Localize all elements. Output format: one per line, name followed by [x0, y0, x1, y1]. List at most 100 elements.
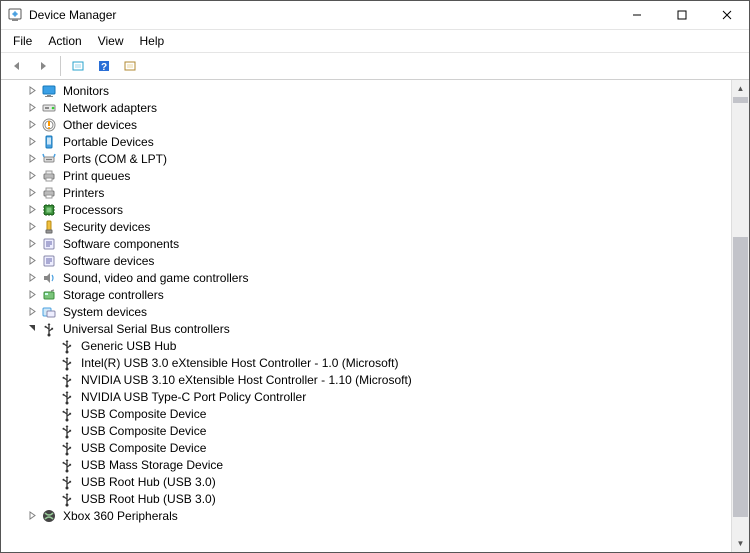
scroll-thumb[interactable]: [733, 237, 748, 517]
category-label: Security devices: [61, 219, 152, 235]
tree-category[interactable]: Universal Serial Bus controllers: [1, 320, 731, 337]
expand-toggle-icon[interactable]: [25, 220, 39, 234]
software-icon: [41, 253, 57, 269]
tree-device[interactable]: USB Composite Device: [1, 422, 731, 439]
category-label: Printers: [61, 185, 106, 201]
scroll-track[interactable]: [732, 97, 749, 535]
device-label: USB Composite Device: [79, 423, 208, 439]
expand-toggle-icon[interactable]: [25, 271, 39, 285]
content: MonitorsNetwork adaptersOther devicesPor…: [1, 80, 749, 552]
tree-category[interactable]: Software components: [1, 235, 731, 252]
software-icon: [41, 236, 57, 252]
monitor-icon: [41, 83, 57, 99]
tree-device[interactable]: USB Root Hub (USB 3.0): [1, 490, 731, 507]
cpu-icon: [41, 202, 57, 218]
tree-category[interactable]: Monitors: [1, 82, 731, 99]
expand-toggle-icon[interactable]: [25, 509, 39, 523]
tree-device[interactable]: NVIDIA USB Type-C Port Policy Controller: [1, 388, 731, 405]
minimize-button[interactable]: [614, 1, 659, 29]
expand-toggle-icon[interactable]: [25, 288, 39, 302]
category-label: Xbox 360 Peripherals: [61, 508, 180, 524]
tree-device[interactable]: NVIDIA USB 3.10 eXtensible Host Controll…: [1, 371, 731, 388]
tree-device[interactable]: USB Composite Device: [1, 439, 731, 456]
tree-device[interactable]: USB Root Hub (USB 3.0): [1, 473, 731, 490]
tree-category[interactable]: Printers: [1, 184, 731, 201]
xbox-icon: [41, 508, 57, 524]
expand-toggle-icon[interactable]: [25, 84, 39, 98]
tree-device[interactable]: Intel(R) USB 3.0 eXtensible Host Control…: [1, 354, 731, 371]
tree-category[interactable]: Sound, video and game controllers: [1, 269, 731, 286]
usb-icon: [59, 372, 75, 388]
usb-icon: [59, 355, 75, 371]
tree-device[interactable]: Generic USB Hub: [1, 337, 731, 354]
menu-help[interactable]: Help: [132, 32, 173, 50]
properties-button[interactable]: [118, 54, 142, 78]
storage-icon: [41, 287, 57, 303]
category-label: Network adapters: [61, 100, 159, 116]
maximize-button[interactable]: [659, 1, 704, 29]
scroll-down-button[interactable]: ▼: [732, 535, 749, 552]
usb-icon: [59, 338, 75, 354]
device-label: NVIDIA USB Type-C Port Policy Controller: [79, 389, 308, 405]
tree-device[interactable]: USB Mass Storage Device: [1, 456, 731, 473]
menu-file[interactable]: File: [5, 32, 40, 50]
port-icon: [41, 151, 57, 167]
titlebar: Device Manager: [1, 1, 749, 30]
scroll-up-button[interactable]: ▲: [732, 80, 749, 97]
show-hidden-button[interactable]: [66, 54, 90, 78]
category-label: Other devices: [61, 117, 139, 133]
device-label: USB Composite Device: [79, 440, 208, 456]
scroll-thumb[interactable]: [733, 97, 748, 103]
category-label: Monitors: [61, 83, 111, 99]
expand-toggle-icon[interactable]: [25, 118, 39, 132]
help-button[interactable]: ?: [92, 54, 116, 78]
tree-category[interactable]: Print queues: [1, 167, 731, 184]
expand-toggle-icon[interactable]: [25, 152, 39, 166]
expand-toggle-icon[interactable]: [25, 169, 39, 183]
menu-action[interactable]: Action: [40, 32, 89, 50]
back-button[interactable]: [5, 54, 29, 78]
tree-category[interactable]: Xbox 360 Peripherals: [1, 507, 731, 524]
tree-category[interactable]: Processors: [1, 201, 731, 218]
menubar: File Action View Help: [1, 30, 749, 53]
security-icon: [41, 219, 57, 235]
window: Device Manager File Action View Help ? M…: [0, 0, 750, 553]
expand-toggle-icon[interactable]: [25, 203, 39, 217]
tree-category[interactable]: Software devices: [1, 252, 731, 269]
device-label: Generic USB Hub: [79, 338, 178, 354]
tree-category[interactable]: Portable Devices: [1, 133, 731, 150]
forward-button[interactable]: [31, 54, 55, 78]
expand-toggle-icon[interactable]: [25, 305, 39, 319]
tree-category[interactable]: Ports (COM & LPT): [1, 150, 731, 167]
expand-toggle-icon[interactable]: [25, 135, 39, 149]
tree-category[interactable]: Storage controllers: [1, 286, 731, 303]
network-icon: [41, 100, 57, 116]
category-label: Print queues: [61, 168, 132, 184]
usb-icon: [59, 406, 75, 422]
tree-category[interactable]: Network adapters: [1, 99, 731, 116]
expand-toggle-icon[interactable]: [25, 254, 39, 268]
printer-icon: [41, 168, 57, 184]
expand-toggle-icon[interactable]: [25, 186, 39, 200]
category-label: Universal Serial Bus controllers: [61, 321, 232, 337]
close-button[interactable]: [704, 1, 749, 29]
tree-device[interactable]: USB Composite Device: [1, 405, 731, 422]
category-label: Software components: [61, 236, 181, 252]
scrollbar[interactable]: ▲ ▼: [731, 80, 749, 552]
tree-category[interactable]: System devices: [1, 303, 731, 320]
menu-view[interactable]: View: [90, 32, 132, 50]
device-label: USB Root Hub (USB 3.0): [79, 491, 218, 507]
tree-category[interactable]: Security devices: [1, 218, 731, 235]
device-label: NVIDIA USB 3.10 eXtensible Host Controll…: [79, 372, 414, 388]
tree-category[interactable]: Other devices: [1, 116, 731, 133]
device-tree[interactable]: MonitorsNetwork adaptersOther devicesPor…: [1, 80, 731, 552]
sound-icon: [41, 270, 57, 286]
window-title: Device Manager: [29, 8, 116, 22]
portable-icon: [41, 134, 57, 150]
category-label: Ports (COM & LPT): [61, 151, 169, 167]
usb-icon: [59, 389, 75, 405]
expand-toggle-icon[interactable]: [25, 322, 39, 336]
svg-text:?: ?: [101, 62, 107, 73]
expand-toggle-icon[interactable]: [25, 101, 39, 115]
expand-toggle-icon[interactable]: [25, 237, 39, 251]
